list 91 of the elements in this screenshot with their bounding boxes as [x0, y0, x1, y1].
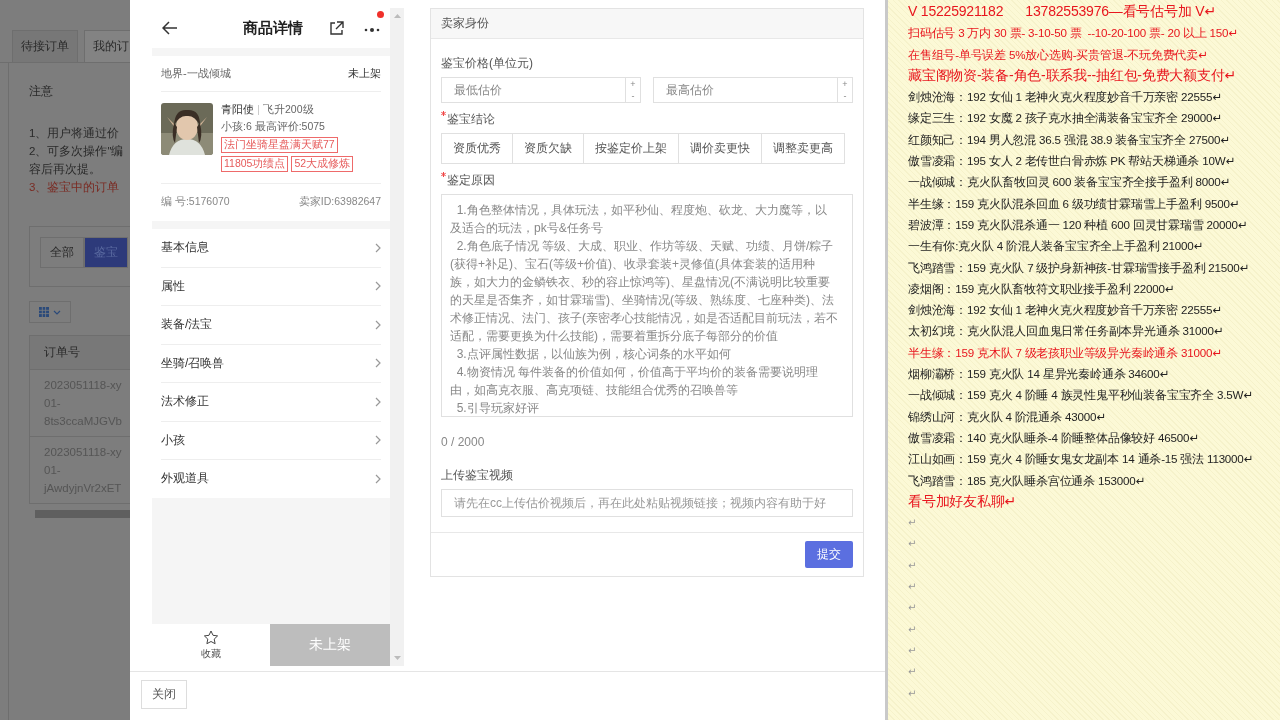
field-label: 鉴定原因: [441, 172, 853, 189]
scroll-down-icon[interactable]: [393, 656, 401, 660]
more-icon[interactable]: [364, 28, 380, 32]
document-line: ↵: [908, 686, 918, 701]
chevron-right-icon: [375, 281, 381, 292]
video-link-input[interactable]: 请先在cc上传估价视频后，再在此处粘贴视频链接；视频内容有助于好: [441, 489, 853, 517]
chevron-right-icon: [375, 396, 381, 407]
menu-item[interactable]: 外观道具: [161, 460, 381, 498]
character-counter: 0 / 2000: [441, 435, 486, 449]
server-name: 地界-一战倾城: [161, 66, 231, 81]
price-input[interactable]: 最高估价: [653, 77, 837, 103]
notice-line: 2、可多次操作"编: [29, 144, 125, 159]
menu-item[interactable]: 属性: [161, 267, 381, 306]
document-line: 傲雪凌霜：140 克火队睡杀-4 阶睡整体品像较好 46500↵: [908, 429, 1200, 446]
document-line: 在售组号-单号误差 5%放心选购-买贵管退-不玩免费代卖↵: [908, 46, 1209, 63]
document-line: 剑烛沧海：192 女仙 1 老神火克火程度妙音千万亲密 22555↵: [908, 302, 1223, 319]
document-line: 半生缘：159 克木队 7 级老孩职业等级异光秦岭通杀 31000↵: [908, 344, 1223, 361]
chevron-right-icon: [375, 242, 381, 253]
document-line: 碧波潭：159 克火队混杀通一 120 种植 600 回灵甘霖瑞雪 20000↵: [908, 216, 1249, 233]
notice-title: 注意: [29, 83, 54, 100]
chevron-right-icon: [375, 358, 381, 369]
tag: 11805功绩点: [221, 156, 289, 172]
document-line: 飞鸿踏雪：159 克火队 7 级护身新神孩-甘霖瑞雪接手盈利 21500↵: [908, 259, 1251, 276]
notice-line: 1、用户将通过价: [29, 126, 121, 141]
tag: 52大成修炼: [291, 156, 354, 172]
close-button[interactable]: 关闭: [141, 680, 187, 709]
price-input[interactable]: 最低估价: [441, 77, 625, 103]
scrollbar[interactable]: [390, 8, 404, 666]
notice-line: 容后再次提。: [29, 162, 102, 177]
star-icon: [203, 629, 219, 645]
document-line: 太初幻境：克火队混人回血鬼日常任务副本异光通杀 31000↵: [908, 323, 1225, 340]
document-line: 一生有你:克火队 4 阶混人装备宝宝齐全上手盈利 21000↵: [908, 238, 1205, 255]
document-line: 傲雪凌霜：195 女人 2 老传世白骨赤炼 PK 帮站天梯通杀 10W↵: [908, 153, 1236, 170]
listing-status: 未上架: [348, 66, 381, 81]
character-level: 飞升200级: [263, 103, 314, 117]
column-header: 订单号: [29, 335, 130, 370]
document-line: 半生缘：159 克火队混杀回血 6 级功绩甘霖瑞雪上手盈利 9500↵: [908, 195, 1241, 212]
menu-item[interactable]: 坐骑/召唤兽: [161, 344, 381, 383]
tag: 法门坐骑星盘满天赋77: [221, 137, 338, 153]
menu-item[interactable]: 小孩: [161, 421, 381, 460]
back-arrow-icon[interactable]: [162, 21, 178, 35]
document-line: 锦绣山河：克火队 4 阶混通杀 43000↵: [908, 408, 1107, 425]
page-title: 商品详情: [241, 18, 304, 38]
chevron-right-icon: [375, 435, 381, 446]
tab[interactable]: 我的订: [84, 30, 130, 62]
document-line: 藏宝阁物资-装备-角色-联系我--抽红包-免费大额支付↵: [908, 65, 1238, 85]
stepper-control[interactable]: + -: [625, 77, 641, 103]
field-label: 鉴宝价格(单位元): [441, 55, 534, 72]
reason-textarea[interactable]: 1.角色整体情况，具体玩法，如平秒仙、程度炮、砍龙、大力魔等，以及适合的玩法，pk号&任务号 2.角色底子情况 等级、大成、职业、作坊等级、天赋、功绩、月饼/粽子(获得+补足)、宝石(等级+价值)、收录套装+灵修值(具体套装的适用种族，如大力的金鳞铁衣、秒的容止惊鸿等)、星盘情况(不满说明比较重要的天星是否集齐，如甘霖瑞雪)、坐骑情况(等级、熟练度、七座种类)、法术修正情况、法门、孩子(亲密孝心技能情况，如是否适配目前玩法，若不适配，需要更换为什么技能)，需要着重拆分底子每部分的价值 3.点评属性数据，以仙族为例，核心词条的水平如何 4.物资情况 每件装备的价值如何，价值高于平均价的装备需要说明理由，如高克衣服、高克项链、技能组合优秀的召唤兽等 5.引导玩家好评: [441, 194, 853, 417]
grid-icon: [39, 307, 49, 317]
document-line: 看号加好友私聊↵: [908, 491, 1018, 511]
document-line: 一战倾城：159 克火 4 阶睡 4 族灵性鬼平秒仙装备宝宝齐全 3.5W↵: [908, 387, 1254, 404]
document-line: ↵: [908, 622, 918, 637]
document-line: V 15225921182 13782553976—看号估号加 V↵: [908, 2, 1217, 21]
document-line: ↵: [908, 643, 918, 658]
chevron-right-icon: [375, 319, 381, 330]
document-line: 扫码估号 3 万内 30 票- 3-10-50 票 --10-20-100 票- 20 以上 150↵: [908, 25, 1239, 42]
document-line: 剑烛沧海：192 女仙 1 老神火克火程度妙音千万亲密 22555↵: [908, 89, 1223, 106]
view-dropdown[interactable]: [29, 301, 71, 323]
stepper-control[interactable]: + -: [837, 77, 853, 103]
share-icon[interactable]: [329, 20, 344, 36]
document-line: 凌烟阁：159 克火队畜牧符文职业接手盈利 22000↵: [908, 280, 1176, 297]
document-line: ↵: [908, 516, 918, 531]
section-title: 卖家身份: [431, 9, 863, 39]
document-line: ↵: [908, 537, 918, 552]
caret-icon: [53, 309, 61, 315]
notice-line: 3、鉴宝中的订单: [29, 180, 121, 195]
field-label: 鉴宝结论: [441, 111, 853, 128]
document-line: ↵: [908, 665, 918, 680]
menu-item[interactable]: 法术修正: [161, 383, 381, 422]
document-line: ↵: [908, 558, 918, 573]
scroll-up-icon[interactable]: [393, 14, 401, 18]
serial-number: 编 号:5176070: [161, 195, 230, 209]
document-line: 烟柳灞桥：159 克火队 14 星异光秦岭通杀 34600↵: [908, 366, 1171, 383]
field-label: 上传鉴宝视频: [441, 467, 514, 484]
menu-item[interactable]: 装备/法宝: [161, 306, 381, 345]
document-line: 缘定三生：192 女魔 2 孩子克水抽全满装备宝宝齐全 29000↵: [908, 110, 1223, 127]
document-line: 一战倾城：克火队畜牧回灵 600 装备宝宝齐全接手盈利 8000↵: [908, 174, 1231, 191]
chevron-right-icon: [375, 473, 381, 484]
seller-id: 卖家ID:63982647: [298, 195, 381, 209]
menu-item[interactable]: 基本信息: [161, 229, 381, 268]
filter-button[interactable]: 全部: [40, 237, 84, 268]
scrollbar[interactable]: [35, 510, 130, 518]
character-stats: 小孩:6 最高评价:5075: [221, 120, 326, 134]
character-name: 青阳使: [221, 103, 254, 117]
submit-button[interactable]: 提交: [805, 541, 853, 568]
document-line: 红颜知己：194 男人忽混 36.5 强混 38.9 装备宝宝齐全 27500↵: [908, 131, 1231, 148]
document-line: ↵: [908, 580, 918, 594]
document-line: 飞鸿踏雪：185 克火队睡杀宫位通杀 153000↵: [908, 472, 1146, 489]
document-line: 江山如画：159 克火 4 阶睡女鬼女龙副本 14 通杀-15 强法 113000↵: [908, 451, 1255, 468]
document-line: ↵: [908, 601, 918, 616]
